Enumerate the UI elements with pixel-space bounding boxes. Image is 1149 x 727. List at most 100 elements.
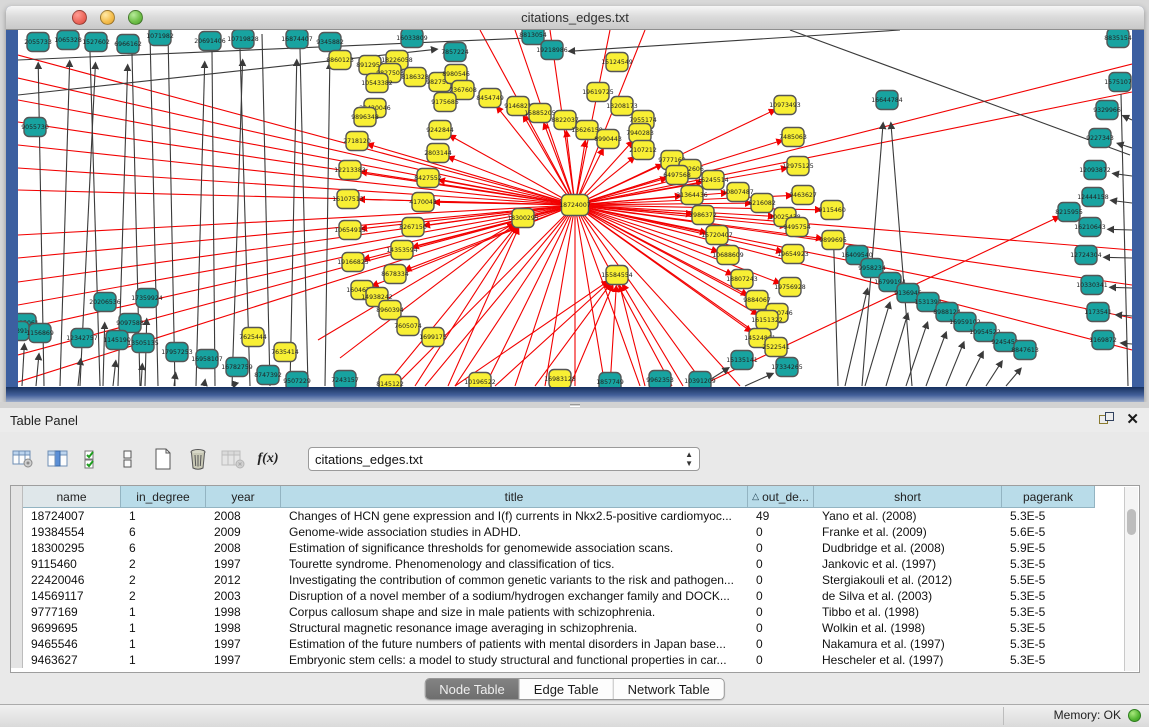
- table-settings-icon[interactable]: [10, 446, 36, 472]
- table-cell[interactable]: 6: [121, 540, 206, 556]
- graph-node[interactable]: 18724007: [559, 195, 591, 216]
- table-cell[interactable]: 22420046: [23, 572, 121, 588]
- graph-node[interactable]: 19619725: [582, 83, 614, 102]
- graph-node[interactable]: 16210643: [1074, 218, 1106, 237]
- table-cell[interactable]: 0: [748, 524, 814, 540]
- graph-node[interactable]: 12724304: [1070, 246, 1102, 265]
- table-cell[interactable]: 5.3E-5: [1002, 636, 1095, 652]
- graph-node[interactable]: 15720407: [701, 226, 733, 245]
- table-selector-dropdown[interactable]: citations_edges.txt ▲▼: [308, 447, 700, 471]
- table-cell[interactable]: 6: [121, 524, 206, 540]
- table-cell[interactable]: Yano et al. (2008): [814, 508, 1002, 524]
- graph-node[interactable]: 1169872: [1089, 331, 1117, 350]
- graph-node[interactable]: 9962353: [646, 371, 674, 388]
- graph-node[interactable]: 16874407: [281, 30, 313, 49]
- graph-node[interactable]: 20691406: [194, 32, 226, 51]
- graph-node[interactable]: 9463627: [789, 186, 817, 205]
- graph-node[interactable]: 16983128: [544, 370, 576, 388]
- graph-node[interactable]: 12342757: [66, 329, 98, 348]
- graph-node[interactable]: 10973493: [769, 96, 801, 115]
- graph-node[interactable]: 8215955: [1055, 203, 1083, 222]
- graph-node[interactable]: 1156869: [26, 324, 54, 343]
- graph-node[interactable]: 9495754: [783, 218, 811, 237]
- table-cell[interactable]: 2: [121, 556, 206, 572]
- table-cell[interactable]: 14569117: [23, 588, 121, 604]
- column-header-short[interactable]: short: [814, 486, 1002, 508]
- table-cell[interactable]: Genome-wide association studies in ADHD.: [281, 524, 748, 540]
- table-cell[interactable]: 9115460: [23, 556, 121, 572]
- graph-node[interactable]: 19654923: [777, 245, 809, 264]
- table-row[interactable]: 1830029562008Estimation of significance …: [11, 540, 1124, 556]
- table-cell[interactable]: 5.3E-5: [1002, 604, 1095, 620]
- graph-node[interactable]: 6216082: [748, 194, 776, 213]
- graph-node[interactable]: 8454749: [476, 89, 504, 108]
- graph-node[interactable]: 1527602: [82, 33, 110, 52]
- table-cell[interactable]: 2: [121, 572, 206, 588]
- table-cell[interactable]: 0: [748, 652, 814, 668]
- table-cell[interactable]: 0: [748, 572, 814, 588]
- table-cell[interactable]: 49: [748, 508, 814, 524]
- table-cell[interactable]: 5.6E-5: [1002, 524, 1095, 540]
- table-cell[interactable]: 0: [748, 604, 814, 620]
- scrollbar-thumb[interactable]: [1127, 509, 1136, 535]
- table-cell[interactable]: 18300295: [23, 540, 121, 556]
- graph-node[interactable]: 16107513: [332, 190, 364, 209]
- table-cell[interactable]: 5.3E-5: [1002, 508, 1095, 524]
- graph-node[interactable]: 12213383: [334, 161, 366, 180]
- table-cell[interactable]: 1: [121, 652, 206, 668]
- graph-node[interactable]: 15751074: [1104, 73, 1132, 92]
- select-columns-icon[interactable]: [45, 446, 71, 472]
- graph-node[interactable]: 2522541: [762, 338, 790, 357]
- graph-node[interactable]: 8835154: [1104, 30, 1132, 48]
- table-cell[interactable]: 1: [121, 636, 206, 652]
- column-header-year[interactable]: year: [206, 486, 281, 508]
- graph-node[interactable]: 18300295: [507, 209, 539, 228]
- table-cell[interactable]: 9465546: [23, 636, 121, 652]
- graph-node[interactable]: 16033809: [396, 30, 428, 48]
- graph-node[interactable]: 16644784: [871, 91, 903, 110]
- graph-node[interactable]: 6966162: [114, 35, 142, 54]
- table-cell[interactable]: 18724007: [23, 508, 121, 524]
- table-row[interactable]: 946554611997Estimation of the future num…: [11, 636, 1124, 652]
- graph-node[interactable]: 9345882: [316, 33, 344, 52]
- row-height-icon[interactable]: [115, 446, 141, 472]
- graph-node[interactable]: 19756928: [774, 278, 806, 297]
- table-cell[interactable]: 2008: [206, 508, 281, 524]
- function-builder-icon[interactable]: f(x): [255, 446, 281, 472]
- table-cell[interactable]: 9777169: [23, 604, 121, 620]
- column-header-pagerank[interactable]: pagerank: [1002, 486, 1095, 508]
- table-cell[interactable]: Dudbridge et al. (2008): [814, 540, 1002, 556]
- column-header-name[interactable]: name: [23, 486, 121, 508]
- graph-node[interactable]: 17334265: [771, 358, 803, 377]
- graph-node[interactable]: 8186328: [401, 68, 429, 87]
- graph-node[interactable]: 12975125: [782, 157, 814, 176]
- table-cell[interactable]: 5.9E-5: [1002, 540, 1095, 556]
- graph-node[interactable]: 17957253: [161, 343, 193, 362]
- graph-node[interactable]: 9329966: [1093, 101, 1121, 120]
- table-row[interactable]: 911546021997Tourette syndrome. Phenomeno…: [11, 556, 1124, 572]
- graph-node[interactable]: 7605074: [394, 317, 422, 336]
- panel-divider-grip[interactable]: [570, 404, 580, 407]
- graph-node[interactable]: 1071982: [146, 30, 174, 46]
- graph-node[interactable]: 8678334: [381, 265, 409, 284]
- table-cell[interactable]: 2: [121, 588, 206, 604]
- table-cell[interactable]: 1: [121, 604, 206, 620]
- graph-node[interactable]: 7243157: [331, 371, 359, 388]
- table-cell[interactable]: Estimation of significance thresholds fo…: [281, 540, 748, 556]
- graph-node[interactable]: 16782759: [221, 358, 253, 377]
- column-header-title[interactable]: title: [281, 486, 748, 508]
- table-cell[interactable]: 0: [748, 636, 814, 652]
- graph-node[interactable]: 9055730: [21, 118, 49, 137]
- graph-node[interactable]: 2107212: [629, 141, 657, 160]
- table-cell[interactable]: Hescheler et al. (1997): [814, 652, 1002, 668]
- network-canvas[interactable]: 2055733106532815276026966162107198220691…: [18, 30, 1132, 387]
- table-cell[interactable]: Nakamura et al. (1997): [814, 636, 1002, 652]
- graph-node[interactable]: 20206536: [89, 293, 121, 312]
- graph-node[interactable]: 7986372: [689, 206, 717, 225]
- graph-node[interactable]: 15584554: [601, 266, 633, 285]
- table-cell[interactable]: Jankovic et al. (1997): [814, 556, 1002, 572]
- table-cell[interactable]: 5.3E-5: [1002, 588, 1095, 604]
- delete-table-icon[interactable]: [185, 446, 211, 472]
- graph-node[interactable]: 9115460: [818, 201, 846, 220]
- table-row[interactable]: 2242004622012Investigating the contribut…: [11, 572, 1124, 588]
